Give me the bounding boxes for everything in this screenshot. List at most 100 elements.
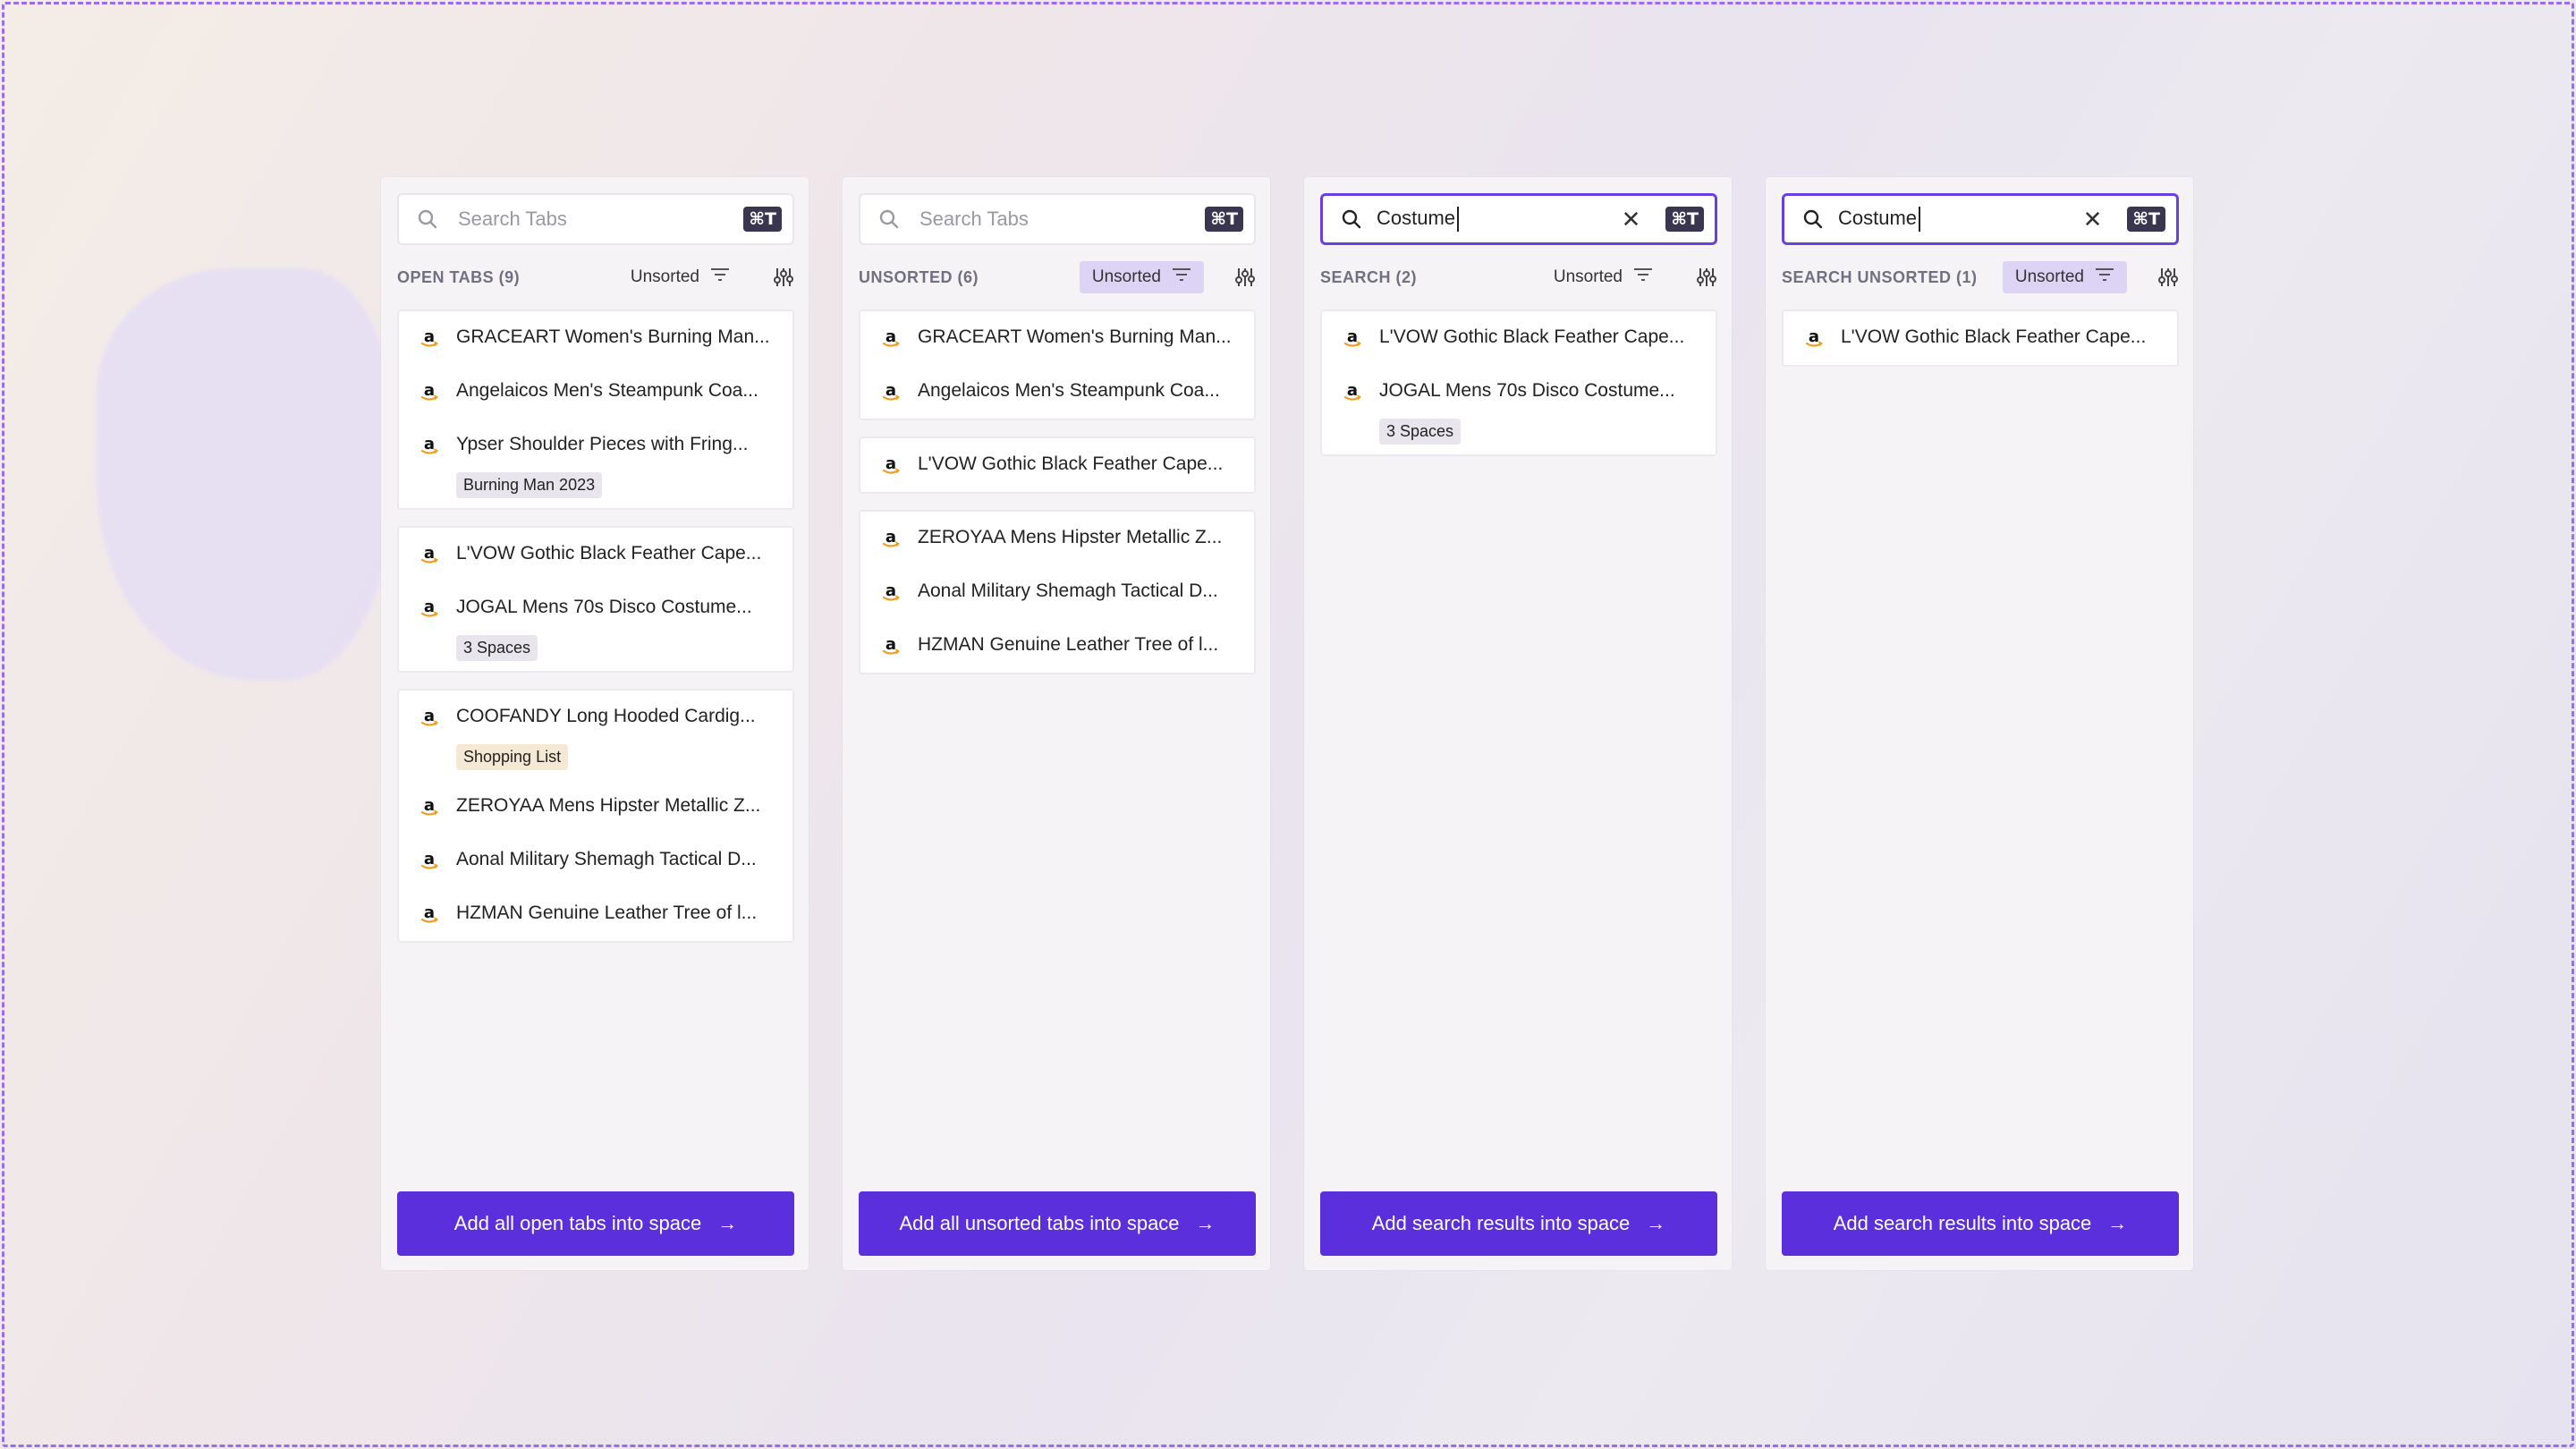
tab-title: COOFANDY Long Hooded Cardig...: [456, 706, 756, 726]
svg-text:a: a: [424, 796, 435, 815]
tab-item[interactable]: a COOFANDY Long Hooded Cardig... Shopping …: [399, 691, 792, 780]
search-icon: [417, 208, 438, 230]
tab-item[interactable]: a Ypser Shoulder Pieces with Fring... Burn…: [399, 419, 792, 508]
tab-group: a GRACEART Women's Burning Man... a Angelai…: [859, 309, 1256, 420]
tab-group: a ZEROYAA Mens Hipster Metallic Z... a Aona…: [859, 510, 1256, 674]
add-to-space-button[interactable]: Add all open tabs into space →: [397, 1191, 794, 1256]
tabs-panel-2: Search Tabs ⌘T UNSORTED (6) Unsorted a GRACEA…: [843, 177, 1270, 1270]
amazon-icon: a: [419, 435, 440, 456]
amazon-icon: a: [419, 597, 440, 619]
settings-sliders-icon[interactable]: [1234, 267, 1256, 288]
amazon-icon: a: [880, 327, 902, 349]
amazon-icon: a: [419, 850, 440, 871]
settings-sliders-icon[interactable]: [1696, 267, 1717, 288]
clear-search-icon[interactable]: ✕: [1622, 208, 1641, 231]
settings-sliders-icon[interactable]: [773, 267, 794, 288]
sort-dropdown[interactable]: Unsorted: [1079, 261, 1204, 293]
amazon-icon: a: [880, 528, 902, 549]
amazon-icon: a: [1342, 327, 1363, 349]
space-tag[interactable]: Shopping List: [456, 744, 569, 770]
tab-title: GRACEART Women's Burning Man...: [456, 326, 770, 347]
search-value: Costume: [1377, 207, 1622, 233]
tab-group: a GRACEART Women's Burning Man... a Angelai…: [397, 309, 794, 510]
svg-text:a: a: [424, 381, 435, 400]
tab-title: Angelaicos Men's Steampunk Coa...: [456, 380, 758, 401]
tab-title: HZMAN Genuine Leather Tree of l...: [456, 902, 758, 923]
tab-item[interactable]: a Aonal Military Shemagh Tactical D...: [399, 834, 792, 887]
tab-item[interactable]: a GRACEART Women's Burning Man...: [399, 311, 792, 365]
space-tag[interactable]: Burning Man 2023: [456, 472, 603, 498]
svg-text:a: a: [424, 850, 435, 869]
filter-icon: [1623, 267, 1653, 288]
tab-item[interactable]: a HZMAN Genuine Leather Tree of l...: [860, 619, 1254, 673]
sort-dropdown[interactable]: Unsorted: [1541, 261, 1665, 293]
button-label: Add all unsorted tabs into space: [899, 1212, 1180, 1234]
tabs-panel-3: Costume ✕ ⌘T SEARCH (2) Unsorted a L'VOW Gothi…: [1304, 177, 1732, 1270]
sort-dropdown[interactable]: Unsorted: [2002, 261, 2127, 293]
svg-text:a: a: [424, 707, 435, 725]
tab-item[interactable]: a JOGAL Mens 70s Disco Costume... 3 Spaces: [1322, 365, 1716, 454]
space-tag[interactable]: 3 Spaces: [1379, 419, 1462, 445]
tab-item[interactable]: a L'VOW Gothic Black Feather Cape...: [1784, 311, 2177, 365]
tab-item[interactable]: a ZEROYAA Mens Hipster Metallic Z...: [399, 780, 792, 834]
search-input[interactable]: Costume ✕ ⌘T: [1782, 193, 2179, 245]
tab-title: HZMAN Genuine Leather Tree of l...: [918, 634, 1219, 655]
tab-group: a L'VOW Gothic Black Feather Cape... a JOGA…: [397, 526, 794, 673]
button-label: Add search results into space: [1371, 1212, 1631, 1234]
sort-label: Unsorted: [1091, 267, 1161, 286]
sort-dropdown[interactable]: Unsorted: [618, 261, 742, 293]
svg-text:a: a: [424, 327, 435, 346]
tab-item[interactable]: a Angelaicos Men's Steampunk Coa...: [399, 365, 792, 419]
tab-item[interactable]: a L'VOW Gothic Black Feather Cape...: [399, 528, 792, 581]
svg-text:a: a: [886, 327, 896, 346]
svg-text:a: a: [424, 435, 435, 453]
tab-item[interactable]: a GRACEART Women's Burning Man...: [860, 311, 1254, 365]
tabs-panel-4: Costume ✕ ⌘T SEARCH UNSORTED (1) Unsorted a L'…: [1766, 177, 2193, 1270]
amazon-icon: a: [419, 903, 440, 925]
amazon-icon: a: [419, 381, 440, 402]
tab-title: Aonal Military Shemagh Tactical D...: [456, 849, 757, 869]
amazon-icon: a: [880, 454, 902, 476]
clear-search-icon[interactable]: ✕: [2083, 208, 2103, 231]
tab-item[interactable]: a JOGAL Mens 70s Disco Costume... 3 Spaces: [399, 581, 792, 671]
tab-title: Angelaicos Men's Steampunk Coa...: [918, 380, 1220, 401]
search-input[interactable]: Costume ✕ ⌘T: [1320, 193, 1717, 245]
search-input[interactable]: Search Tabs ⌘T: [397, 193, 794, 245]
tab-title: Ypser Shoulder Pieces with Fring...: [456, 434, 749, 454]
tab-title: JOGAL Mens 70s Disco Costume...: [1379, 380, 1675, 401]
tab-group: a L'VOW Gothic Black Feather Cape... a JOGA…: [1320, 309, 1717, 456]
button-label: Add search results into space: [1833, 1212, 2092, 1234]
tab-item[interactable]: a Aonal Military Shemagh Tactical D...: [860, 565, 1254, 619]
svg-text:a: a: [886, 635, 896, 654]
tab-item[interactable]: a HZMAN Genuine Leather Tree of l...: [399, 887, 792, 941]
tab-title: L'VOW Gothic Black Feather Cape...: [456, 543, 762, 564]
tab-item[interactable]: a L'VOW Gothic Black Feather Cape...: [1322, 311, 1716, 365]
tab-item[interactable]: a L'VOW Gothic Black Feather Cape...: [860, 438, 1254, 492]
search-icon: [878, 208, 900, 230]
add-to-space-button[interactable]: Add search results into space →: [1320, 1191, 1717, 1256]
space-tag[interactable]: 3 Spaces: [456, 635, 538, 661]
search-placeholder: Search Tabs: [919, 208, 1029, 230]
keyboard-shortcut-badge: ⌘T: [1665, 207, 1704, 232]
filter-icon: [2084, 267, 2114, 288]
amazon-icon: a: [1803, 327, 1825, 349]
keyboard-shortcut-badge: ⌘T: [1205, 207, 1243, 232]
arrow-right-icon: →: [717, 1212, 738, 1234]
tab-title: L'VOW Gothic Black Feather Cape...: [1379, 326, 1685, 347]
amazon-icon: a: [419, 796, 440, 818]
section-title: SEARCH UNSORTED (1): [1782, 267, 1978, 286]
add-to-space-button[interactable]: Add all unsorted tabs into space →: [859, 1191, 1256, 1256]
tab-title: ZEROYAA Mens Hipster Metallic Z...: [456, 795, 761, 816]
filter-icon: [1161, 267, 1191, 288]
search-input[interactable]: Search Tabs ⌘T: [859, 193, 1256, 245]
svg-text:a: a: [1809, 327, 1819, 346]
tab-item[interactable]: a Angelaicos Men's Steampunk Coa...: [860, 365, 1254, 419]
tab-title: GRACEART Women's Burning Man...: [918, 326, 1232, 347]
sort-label: Unsorted: [2014, 267, 2084, 286]
add-to-space-button[interactable]: Add search results into space →: [1782, 1191, 2179, 1256]
arrow-right-icon: →: [2107, 1212, 2128, 1234]
panel-subheader: UNSORTED (6) Unsorted: [859, 259, 1256, 295]
tabs-panel-1: Search Tabs ⌘T OPEN TABS (9) Unsorted a GRACE…: [381, 177, 809, 1270]
tab-item[interactable]: a ZEROYAA Mens Hipster Metallic Z...: [860, 512, 1254, 565]
settings-sliders-icon[interactable]: [2157, 267, 2179, 288]
